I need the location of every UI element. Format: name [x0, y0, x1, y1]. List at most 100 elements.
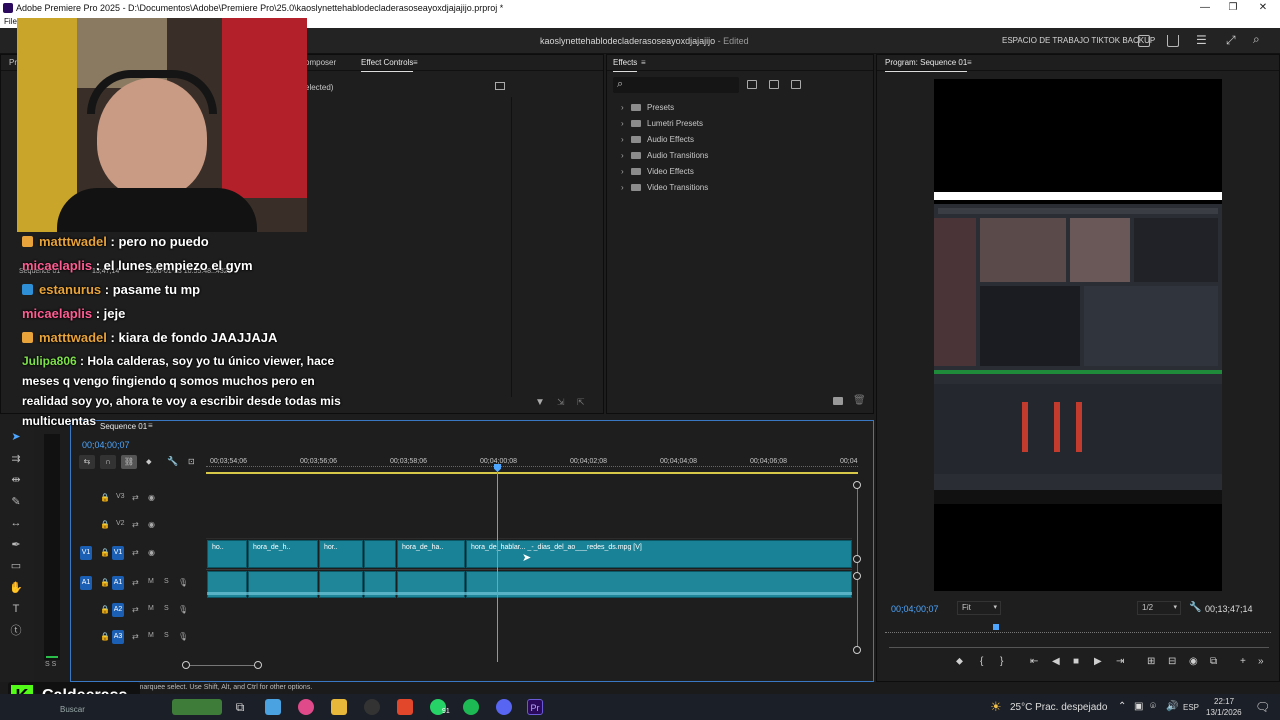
type-tool-icon[interactable]: T [9, 602, 23, 616]
maximize-button[interactable]: ❐ [1218, 0, 1248, 16]
track-header-v2[interactable]: 🔒 V2 ⇄ ◉ [78, 512, 206, 538]
program-menu-icon[interactable]: ≡ [967, 55, 972, 71]
sync-lock-icon[interactable]: ⇄ [132, 632, 139, 641]
snap-icon[interactable]: ∩ [100, 455, 116, 469]
resolution-dropdown[interactable]: 1/2 ▾ [1137, 601, 1181, 615]
program-timecode[interactable]: 00;04;00;07 [891, 604, 939, 614]
program-video-frame[interactable] [934, 79, 1222, 591]
ripple-edit-tool-icon[interactable]: ⇹ [9, 473, 23, 487]
accelerated-effects-icon[interactable] [747, 80, 757, 89]
notifications-icon[interactable]: 🗨 [1255, 700, 1270, 714]
program-playhead[interactable] [993, 624, 999, 630]
source-patch-v1[interactable]: V1 [80, 546, 92, 560]
track-header-v1[interactable]: V1 🔒 V1 ⇄ ◉ [78, 540, 206, 566]
export-frame-icon[interactable]: ◉ [1189, 656, 1198, 667]
razor-tool-icon[interactable]: ✎ [9, 495, 23, 509]
microphone-icon[interactable]: 🎙 [178, 632, 188, 641]
export-effect-icon[interactable]: ⇲ [557, 397, 565, 408]
weather-text[interactable]: 25°C Prac. despejado [1010, 702, 1107, 713]
mark-out-icon[interactable]: } [1000, 656, 1003, 667]
eye-icon[interactable]: ◉ [148, 520, 155, 529]
lock-icon[interactable]: 🔒 [100, 493, 110, 502]
meter-solo-labels[interactable]: S S [45, 661, 56, 668]
task-view-icon[interactable]: ⧉ [232, 699, 248, 715]
fit-dropdown[interactable]: Fit ▾ [957, 601, 1001, 615]
app-icon-pink[interactable] [298, 699, 314, 715]
program-mini-ruler[interactable] [885, 627, 1271, 633]
timeline-h-scrollbar[interactable] [186, 665, 258, 666]
timeline-menu-icon[interactable]: ≡ [148, 421, 153, 430]
clock-time[interactable]: 22:17 [1214, 697, 1234, 706]
step-forward-icon[interactable]: ▶ [1094, 656, 1102, 667]
v-scroll-handle[interactable] [853, 646, 861, 654]
volume-icon[interactable]: 🔊 [1166, 701, 1178, 712]
scroll-handle-right[interactable] [254, 661, 262, 669]
microphone-icon[interactable]: 🎙 [178, 605, 188, 614]
share-icon[interactable] [1167, 35, 1179, 47]
sync-lock-icon[interactable]: ⇄ [132, 520, 139, 529]
pen-tool-icon[interactable]: ✒ [9, 538, 23, 552]
lock-icon[interactable]: 🔒 [100, 548, 110, 557]
add-marker-icon[interactable]: ⬥ [146, 457, 152, 467]
go-to-out-icon[interactable]: ⇥ [1116, 656, 1124, 667]
track-header-v3[interactable]: 🔒 V3 ⇄ ◉ [78, 485, 206, 511]
extract-icon[interactable]: ⊟ [1168, 656, 1176, 667]
effects-folder-audio-transitions[interactable]: › Audio Transitions [621, 148, 708, 164]
filter-icon[interactable]: ▼ [535, 397, 545, 408]
tab-sequence-01[interactable]: Sequence 01 [100, 422, 147, 431]
video-clip[interactable] [364, 540, 396, 568]
scroll-handle-left[interactable] [182, 661, 190, 669]
solo-button[interactable]: S [164, 578, 169, 585]
mute-button[interactable]: M [148, 578, 154, 585]
clock-date[interactable]: 13/1/2026 [1206, 708, 1242, 717]
network-icon[interactable]: ⌾ [1150, 701, 1156, 712]
playhead-line[interactable] [497, 470, 498, 662]
timeline-timecode[interactable]: 00;04;00;07 [82, 440, 130, 450]
workspace-label[interactable]: ESPACIO DE TRABAJO TIKTOK BACKUP [1002, 36, 1155, 45]
language-indicator[interactable]: ESP [1183, 703, 1199, 712]
discord-icon[interactable] [496, 699, 512, 715]
v-scroll-handle[interactable] [853, 555, 861, 563]
import-effect-icon[interactable]: ⇱ [577, 397, 585, 408]
effects-folder-lumetri-presets[interactable]: › Lumetri Presets [621, 116, 703, 132]
taskbar-search[interactable]: Buscar [60, 705, 85, 714]
program-zoom-bar[interactable] [889, 647, 1269, 648]
search-icon[interactable]: ⌕ [1253, 32, 1260, 47]
source-patch-a1[interactable]: A1 [80, 576, 92, 590]
eye-icon[interactable]: ◉ [148, 548, 155, 557]
32bit-effects-icon[interactable] [769, 80, 779, 89]
slip-tool-icon[interactable]: ↔ [9, 516, 23, 530]
store-icon[interactable] [265, 699, 281, 715]
tray-app-icon[interactable]: ▣ [1134, 701, 1143, 712]
hand-tool-icon[interactable]: ✋ [9, 581, 23, 595]
track-select-tool-icon[interactable]: ⇉ [9, 452, 23, 466]
comparison-view-icon[interactable]: ⧉ [1210, 656, 1217, 667]
lift-icon[interactable]: ⊞ [1147, 656, 1155, 667]
toggle-timeline-icon[interactable] [495, 82, 505, 90]
track-header-a3[interactable]: 🔒 A3 ⇄ M S 🎙 [78, 624, 206, 650]
solo-button[interactable]: S [164, 632, 169, 639]
add-button-icon[interactable]: + [1240, 656, 1246, 667]
yuv-effects-icon[interactable] [791, 80, 801, 89]
tab-audio-composer[interactable]: omposer [305, 55, 336, 71]
track-header-a2[interactable]: 🔒 A2 ⇄ M S 🎙 [78, 597, 206, 623]
microphone-icon[interactable]: 🎙 [178, 578, 188, 587]
effects-folder-video-transitions[interactable]: › Video Transitions [621, 180, 708, 196]
rectangle-tool-icon[interactable]: ▭ [9, 559, 23, 573]
effects-folder-audio-effects[interactable]: › Audio Effects [621, 132, 694, 148]
video-clip[interactable]: hora_de_h.. [248, 540, 318, 568]
v-scroll-handle[interactable] [853, 572, 861, 580]
file-explorer-icon[interactable] [331, 699, 347, 715]
sync-lock-icon[interactable]: ⇄ [132, 548, 139, 557]
lock-icon[interactable]: 🔒 [100, 632, 110, 641]
effects-folder-video-effects[interactable]: › Video Effects [621, 164, 694, 180]
v-scroll-handle[interactable] [853, 481, 861, 489]
tab-project[interactable]: Pr [9, 55, 17, 71]
track-label-a1[interactable]: A1 [112, 576, 124, 590]
obs-icon[interactable] [364, 699, 380, 715]
video-clip[interactable]: hora_de_ha.. [397, 540, 465, 568]
mark-in-icon[interactable]: { [980, 656, 983, 667]
menu-file[interactable]: File [4, 17, 17, 26]
effects-menu-icon[interactable]: ≡ [641, 55, 646, 71]
add-marker-icon[interactable]: ⬥ [956, 656, 963, 667]
